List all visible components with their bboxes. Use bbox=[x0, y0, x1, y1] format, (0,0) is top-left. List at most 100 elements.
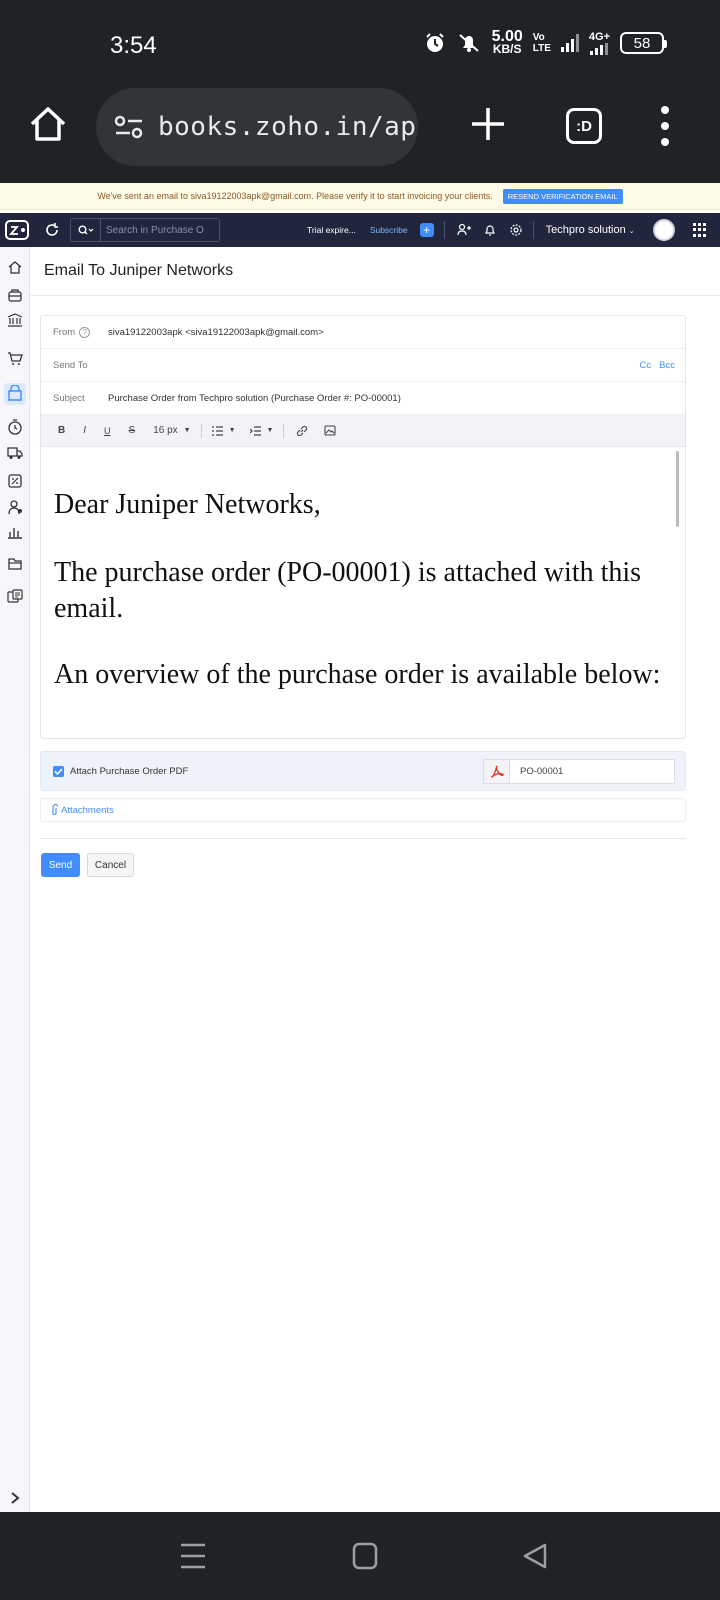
search-icon[interactable] bbox=[71, 219, 101, 241]
volte-top: Vo bbox=[532, 32, 545, 43]
font-size-select[interactable]: 16 px ▼ bbox=[153, 425, 190, 436]
new-tab-icon[interactable] bbox=[468, 104, 508, 144]
volte-bottom: LTE bbox=[532, 43, 551, 54]
subscribe-link[interactable]: Subscribe bbox=[370, 225, 408, 235]
search-placeholder: Search in Purchase O bbox=[106, 224, 204, 236]
resend-verification-button[interactable]: RESEND VERIFICATION EMAIL bbox=[502, 188, 623, 204]
subject-row: Subject Purchase Order from Techpro solu… bbox=[41, 382, 685, 415]
insert-link-button[interactable] bbox=[296, 425, 308, 437]
email-body-editor[interactable]: Dear Juniper Networks, The purchase orde… bbox=[41, 447, 685, 738]
left-sidebar bbox=[0, 247, 30, 1512]
underline-button[interactable]: U bbox=[104, 426, 111, 436]
battery-level: 58 bbox=[633, 34, 651, 52]
toolbar-divider bbox=[283, 423, 285, 438]
system-navigation-bar bbox=[0, 1512, 720, 1600]
caret-down-icon: ▼ bbox=[228, 427, 236, 434]
title-divider bbox=[30, 295, 720, 296]
search-input[interactable]: Search in Purchase O bbox=[70, 218, 220, 242]
sidebar-time-tracking-icon[interactable] bbox=[7, 419, 23, 435]
attachments-link[interactable]: Attachments bbox=[40, 798, 686, 822]
notifications-bell-icon[interactable] bbox=[483, 223, 497, 237]
cc-bcc-links: Cc Bcc bbox=[640, 360, 675, 371]
signal-icon-2 bbox=[590, 42, 609, 55]
overflow-menu-icon[interactable] bbox=[655, 106, 675, 146]
user-avatar[interactable] bbox=[652, 219, 675, 241]
recent-apps-icon[interactable] bbox=[180, 1542, 206, 1570]
from-value[interactable]: siva19122003apk <siva19122003apk@gmail.c… bbox=[108, 327, 324, 338]
volte-indicator: Vo LTE bbox=[533, 32, 551, 54]
home-nav-icon[interactable] bbox=[352, 1542, 378, 1570]
bcc-link[interactable]: Bcc bbox=[659, 360, 675, 371]
sidebar-sales-cart-icon[interactable] bbox=[7, 351, 23, 367]
net-speed: 5.00 KB/S bbox=[492, 29, 523, 56]
status-time: 3:54 bbox=[110, 32, 157, 59]
status-icons: 5.00 KB/S Vo LTE 4G+ 58 bbox=[424, 29, 667, 56]
body-greeting: Dear Juniper Networks, bbox=[54, 489, 321, 520]
from-label-wrap: From? bbox=[41, 326, 108, 338]
attach-pdf-label[interactable]: Attach Purchase Order PDF bbox=[70, 766, 188, 777]
quick-create-button[interactable]: + bbox=[419, 223, 434, 237]
sidebar-home-icon[interactable] bbox=[7, 259, 23, 275]
sidebar-items-icon[interactable] bbox=[7, 287, 23, 303]
from-row: From? siva19122003apk <siva19122003apk@g… bbox=[41, 316, 685, 349]
caret-down-icon: ▼ bbox=[266, 427, 274, 434]
editor-scrollbar[interactable] bbox=[676, 451, 679, 527]
battery-icon: 58 bbox=[620, 32, 667, 54]
sidebar-reports-icon[interactable] bbox=[7, 523, 23, 539]
sidebar-documents-icon[interactable] bbox=[7, 555, 23, 571]
settings-gear-icon[interactable] bbox=[509, 223, 523, 237]
network-label: 4G+ bbox=[588, 30, 610, 43]
sidebar-purchases-icon[interactable] bbox=[7, 385, 23, 401]
recent-activity-icon[interactable] bbox=[44, 222, 60, 238]
sidebar-apps-icon[interactable] bbox=[7, 589, 23, 605]
form-divider bbox=[40, 838, 686, 839]
browser-chrome: 3:54 5.00 KB/S Vo LTE 4G+ 58 books.zoho.… bbox=[0, 0, 720, 183]
zoho-books-logo-icon[interactable] bbox=[4, 217, 30, 243]
strikethrough-button[interactable]: S bbox=[129, 425, 136, 436]
sidebar-eway-bills-icon[interactable] bbox=[7, 445, 23, 461]
apps-grid-icon[interactable] bbox=[692, 223, 707, 237]
attach-pdf-checkbox[interactable] bbox=[53, 765, 64, 777]
body-line-2: An overview of the purchase order is ava… bbox=[54, 659, 661, 690]
signal-icon bbox=[560, 34, 579, 52]
trial-status[interactable]: Trial expire... bbox=[307, 225, 356, 235]
help-icon[interactable]: ? bbox=[79, 326, 91, 338]
list-button[interactable]: ▼ bbox=[211, 425, 236, 436]
insert-image-button[interactable] bbox=[324, 425, 337, 436]
pdf-attachment-chip[interactable]: PO-00001 bbox=[483, 759, 675, 784]
site-settings-icon[interactable] bbox=[114, 115, 144, 139]
refer-users-icon[interactable] bbox=[457, 223, 471, 237]
cancel-button[interactable]: Cancel bbox=[87, 853, 134, 877]
checkmark-icon bbox=[54, 767, 63, 775]
home-icon[interactable] bbox=[28, 104, 68, 144]
organization-switcher[interactable]: Techpro solution ⌄ bbox=[546, 224, 635, 236]
sidebar-accountant-icon[interactable] bbox=[7, 473, 23, 489]
subject-input[interactable]: Purchase Order from Techpro solution (Pu… bbox=[108, 393, 401, 404]
sidebar-expand-chevron-icon[interactable] bbox=[8, 1490, 22, 1506]
toolbar-divider bbox=[200, 423, 202, 438]
chevron-down-icon: ⌄ bbox=[628, 228, 635, 235]
send-button[interactable]: Send bbox=[41, 853, 80, 877]
send-to-input[interactable] bbox=[108, 349, 685, 381]
app-topbar: Search in Purchase O Trial expire... Sub… bbox=[0, 213, 720, 247]
tab-switcher-button[interactable]: :D bbox=[566, 108, 602, 144]
italic-button[interactable]: I bbox=[83, 425, 86, 436]
email-compose-panel: From? siva19122003apk <siva19122003apk@g… bbox=[40, 315, 686, 739]
from-label: From bbox=[53, 326, 76, 338]
bold-button[interactable]: B bbox=[58, 425, 65, 436]
indent-icon bbox=[249, 425, 261, 436]
cc-link[interactable]: Cc bbox=[640, 360, 652, 371]
url-bar[interactable]: books.zoho.in/ap bbox=[96, 88, 418, 166]
send-to-label: Send To bbox=[53, 359, 88, 371]
sidebar-contacts-icon[interactable] bbox=[7, 499, 23, 515]
topbar-divider bbox=[532, 221, 534, 239]
caret-down-icon: ▼ bbox=[183, 427, 191, 434]
sidebar-banking-icon[interactable] bbox=[7, 312, 23, 328]
pdf-file-name: PO-00001 bbox=[510, 759, 675, 784]
indent-button[interactable]: ▼ bbox=[249, 425, 274, 436]
alarm-icon bbox=[425, 33, 444, 52]
link-icon bbox=[297, 425, 308, 436]
editor-toolbar: B I U S 16 px ▼ ▼ ▼ bbox=[41, 415, 685, 447]
back-nav-icon[interactable] bbox=[522, 1542, 548, 1570]
send-to-row: Send To Cc Bcc bbox=[41, 349, 685, 382]
